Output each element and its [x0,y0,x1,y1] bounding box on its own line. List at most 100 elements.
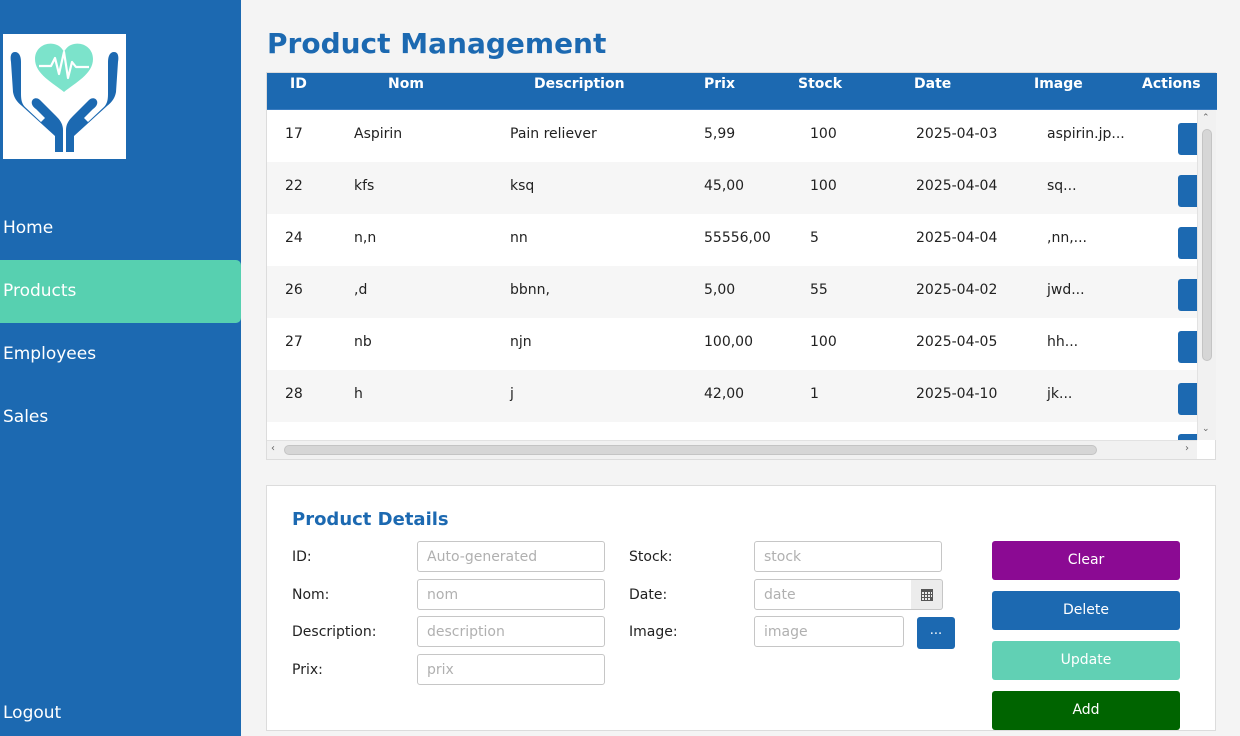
date-label: Date: [629,587,668,603]
cell-description: j [510,386,514,402]
stock-field[interactable] [754,541,942,572]
table-header: ID Nom Description Prix Stock Date Image… [267,73,1217,110]
cell-id: 22 [285,178,303,194]
cell-nom: Aspirin [354,126,403,142]
image-label: Image: [629,624,678,640]
cell-stock: 100 [810,334,837,350]
cell-nom: nb [354,334,372,350]
table-row[interactable]: 24 n,n nn 55556,00 5 2025-04-04 ,nn,... [267,214,1197,266]
browse-image-button[interactable]: ... [917,617,955,649]
table-row[interactable]: 26 ,d bbnn, 5,00 55 2025-04-02 jwd... [267,266,1197,318]
cell-stock: 55 [810,282,828,298]
row-action-button[interactable] [1178,279,1197,311]
column-header-description[interactable]: Description [534,73,625,95]
cell-stock: 100 [810,126,837,142]
cell-id: 26 [285,282,303,298]
vertical-scrollbar[interactable]: ⌃ ⌄ [1197,110,1216,440]
prix-label: Prix: [292,662,323,678]
nav-products[interactable]: Products [0,260,241,323]
cell-id: 27 [285,334,303,350]
scroll-right-icon[interactable]: › [1185,443,1189,454]
horizontal-scroll-thumb[interactable] [284,445,1097,455]
id-field[interactable] [417,541,605,572]
cell-date: 2025-04-04 [916,230,998,246]
cell-image: hh... [1047,334,1079,350]
heart-hands-icon [10,43,119,152]
date-picker-button[interactable] [911,579,943,610]
cell-date: 2025-04-04 [916,178,998,194]
stock-label: Stock: [629,549,673,565]
nav-employees[interactable]: Employees [0,323,241,386]
scroll-down-icon[interactable]: ⌄ [1202,424,1210,434]
cell-prix: 5,00 [704,282,736,298]
table-row[interactable]: 28 h j 42,00 1 2025-04-10 jk... [267,370,1197,422]
products-table: ID Nom Description Prix Stock Date Image… [266,72,1217,460]
logo [3,34,126,159]
prix-field[interactable] [417,654,605,685]
horizontal-scrollbar[interactable]: ‹ › [267,440,1197,459]
cell-description: bbnn, [510,282,550,298]
column-header-image[interactable]: Image [1034,73,1083,95]
cell-id: 28 [285,386,303,402]
product-details-panel: Product Details ID: Nom: Description: Pr… [266,485,1216,731]
details-title: Product Details [292,509,449,530]
cell-prix: 100,00 [704,334,753,350]
column-header-nom[interactable]: Nom [388,73,424,95]
description-field[interactable] [417,616,605,647]
cell-image: jk... [1047,386,1073,402]
row-action-button[interactable] [1178,175,1197,207]
cell-image: ,nn,... [1047,230,1087,246]
nav-home[interactable]: Home [0,197,241,260]
sidebar: Home Products Employees Sales Logout [0,0,241,736]
cell-image: aspirin.jp... [1047,126,1125,142]
date-field[interactable] [754,579,912,610]
id-label: ID: [292,549,312,565]
cell-prix: 5,99 [704,126,736,142]
cell-image: sq... [1047,178,1077,194]
cell-image: jwd... [1047,282,1085,298]
cell-prix: 45,00 [704,178,745,194]
cell-date: 2025-04-10 [916,386,998,402]
cell-description: njn [510,334,532,350]
cell-prix: 42,00 [704,386,745,402]
row-action-button[interactable] [1178,331,1197,363]
vertical-scroll-thumb[interactable] [1202,129,1212,361]
cell-nom: ,d [354,282,368,298]
cell-description: Pain reliever [510,126,597,142]
row-action-button[interactable] [1178,227,1197,259]
description-label: Description: [292,624,377,640]
cell-nom: kfs [354,178,375,194]
cell-date: 2025-04-03 [916,126,998,142]
row-action-button[interactable] [1178,383,1197,415]
scroll-left-icon[interactable]: ‹ [271,443,275,454]
cell-stock: 100 [810,178,837,194]
table-row[interactable]: 17 Aspirin Pain reliever 5,99 100 2025-0… [267,110,1197,162]
nom-field[interactable] [417,579,605,610]
cell-stock: 1 [810,386,819,402]
column-header-prix[interactable]: Prix [704,73,735,95]
table-row[interactable]: 22 kfs ksq 45,00 100 2025-04-04 sq... [267,162,1197,214]
cell-nom: n,n [354,230,377,246]
clear-button[interactable]: Clear [992,541,1180,580]
table-row[interactable]: 27 nb njn 100,00 100 2025-04-05 hh... [267,318,1197,370]
column-header-id[interactable]: ID [290,73,307,95]
page-title: Product Management [267,27,607,60]
cell-description: nn [510,230,528,246]
image-field[interactable] [754,616,904,647]
column-header-date[interactable]: Date [914,73,951,95]
nav-logout[interactable]: Logout [3,703,61,723]
delete-button[interactable]: Delete [992,591,1180,630]
cell-date: 2025-04-02 [916,282,998,298]
row-action-button[interactable] [1178,123,1197,155]
update-button[interactable]: Update [992,641,1180,680]
cell-description: ksq [510,178,535,194]
cell-id: 24 [285,230,303,246]
calendar-icon [921,589,933,601]
column-header-stock[interactable]: Stock [798,73,842,95]
scroll-up-icon[interactable]: ⌃ [1202,113,1210,123]
add-button[interactable]: Add [992,691,1180,730]
table-body: 17 Aspirin Pain reliever 5,99 100 2025-0… [267,110,1197,440]
cell-date: 2025-04-05 [916,334,998,350]
nav-sales[interactable]: Sales [0,386,241,449]
column-header-actions[interactable]: Actions [1142,73,1201,95]
